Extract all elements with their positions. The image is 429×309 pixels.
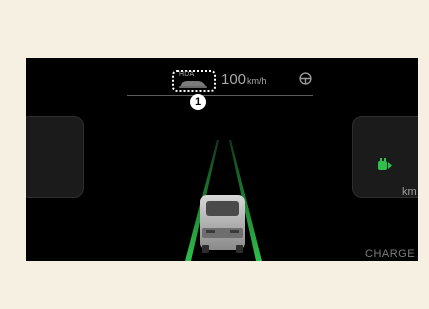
- left-side-panel: [26, 116, 84, 198]
- range-unit-label: km: [402, 186, 417, 198]
- ego-car-icon: [200, 195, 245, 253]
- car-icon: [179, 81, 207, 88]
- hda-label: HDA: [179, 71, 195, 78]
- charge-label: CHARGE: [365, 248, 416, 260]
- steering-wheel-icon: [299, 72, 312, 85]
- divider-line: [127, 95, 313, 96]
- page-frame: km CHARGE HDA 100km/h 1: [0, 0, 429, 309]
- speed-unit: km/h: [247, 76, 267, 86]
- speed-value: 100: [221, 71, 247, 88]
- cluster-display: km CHARGE HDA 100km/h 1: [26, 58, 418, 261]
- plug-icon: [378, 158, 392, 170]
- callout-marker: 1: [190, 94, 206, 110]
- speed-setting: 100km/h: [221, 71, 267, 90]
